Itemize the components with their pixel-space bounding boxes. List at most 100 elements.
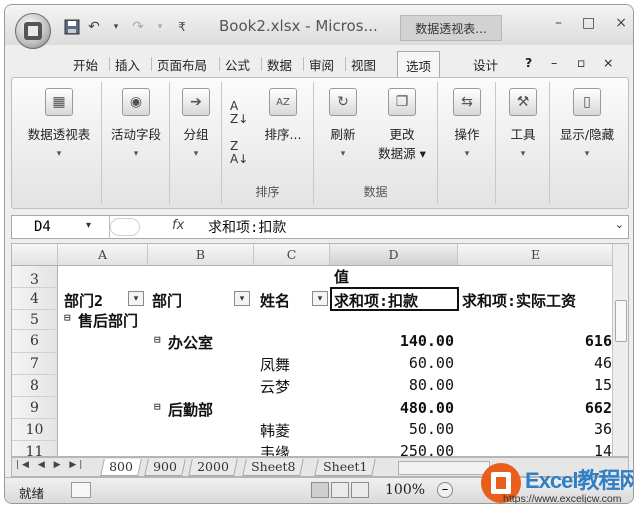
cell-b9[interactable]: 后勤部 bbox=[168, 399, 213, 420]
worksheet-grid[interactable]: A B C D E 3 4 5 6 7 8 9 10 11 值 部门2 ▾ 部门… bbox=[11, 243, 629, 457]
column-header-b[interactable]: B bbox=[148, 244, 254, 266]
name-box[interactable]: D4 bbox=[12, 216, 110, 238]
actions-button[interactable]: ⇆ 操作 ▾ bbox=[438, 88, 496, 159]
cell-e11[interactable]: 14 bbox=[458, 442, 612, 456]
save-icon[interactable] bbox=[63, 18, 81, 36]
cell-d8[interactable]: 80.00 bbox=[330, 376, 454, 394]
cell-d7[interactable]: 60.00 bbox=[330, 354, 454, 372]
filter-dropdown-icon[interactable]: ▾ bbox=[312, 291, 328, 306]
tab-view[interactable]: 视图 bbox=[351, 55, 376, 74]
collapse-icon[interactable]: ⊟ bbox=[154, 333, 161, 346]
formula-bar-resize-handle[interactable] bbox=[110, 218, 140, 236]
cell-c8[interactable]: 云梦 bbox=[260, 376, 290, 397]
formula-input[interactable]: 求和项:扣款 bbox=[208, 217, 286, 237]
tab-formulas[interactable]: 公式 bbox=[225, 55, 250, 74]
collapse-icon[interactable]: ⊟ bbox=[64, 311, 71, 324]
expand-formula-bar-icon[interactable]: ⌄ bbox=[615, 218, 624, 231]
tools-button[interactable]: ⚒ 工具 ▾ bbox=[496, 88, 550, 159]
name-box-dropdown-icon[interactable]: ▾ bbox=[86, 220, 91, 231]
office-button[interactable] bbox=[15, 13, 51, 49]
insert-function-icon[interactable]: fx bbox=[172, 218, 184, 233]
macro-record-icon[interactable] bbox=[71, 482, 91, 498]
select-all-corner[interactable] bbox=[12, 244, 58, 266]
row-header-9[interactable]: 9 bbox=[12, 397, 58, 419]
cell-a4[interactable]: 部门2 bbox=[64, 290, 103, 311]
cell-e9[interactable]: 662 bbox=[458, 399, 612, 417]
cell-b4[interactable]: 部门 bbox=[152, 290, 182, 311]
column-header-c[interactable]: C bbox=[254, 244, 330, 266]
row-header-7[interactable]: 7 bbox=[12, 353, 58, 375]
cell-e6[interactable]: 616 bbox=[458, 332, 612, 350]
row-header-11[interactable]: 11 bbox=[12, 441, 58, 456]
cell-d9[interactable]: 480.00 bbox=[330, 399, 454, 417]
row-header-8[interactable]: 8 bbox=[12, 375, 58, 397]
tab-review[interactable]: 审阅 bbox=[309, 55, 334, 74]
cell-c4[interactable]: 姓名 bbox=[260, 290, 290, 311]
cell-d10[interactable]: 50.00 bbox=[330, 420, 454, 438]
cell-e7[interactable]: 46 bbox=[458, 354, 612, 372]
dropdown-arrow-icon[interactable]: ▾ bbox=[151, 18, 169, 36]
dropdown-arrow-icon[interactable]: ▾ bbox=[107, 18, 125, 36]
cell-d3[interactable]: 值 bbox=[334, 266, 349, 287]
horizontal-scrollbar[interactable] bbox=[398, 461, 490, 475]
page-layout-view-icon[interactable] bbox=[331, 482, 349, 498]
filter-dropdown-icon[interactable]: ▾ bbox=[234, 291, 250, 306]
sheet-tab-800[interactable]: 800 bbox=[100, 459, 142, 476]
cell-c10[interactable]: 韩菱 bbox=[260, 420, 290, 441]
tab-insert[interactable]: 插入 bbox=[115, 55, 140, 74]
tab-data[interactable]: 数据 bbox=[267, 55, 292, 74]
cell-c7[interactable]: 凤舞 bbox=[260, 354, 290, 375]
column-header-e[interactable]: E bbox=[458, 244, 614, 266]
sheet-tab-2000[interactable]: 2000 bbox=[188, 459, 238, 476]
cell-e10[interactable]: 36 bbox=[458, 420, 612, 438]
zoom-out-button[interactable]: – bbox=[437, 482, 453, 498]
sheet-nav-arrows-icon[interactable]: |◀ ◀ ▶ ▶| bbox=[16, 460, 85, 470]
cell-e4[interactable]: 求和项:实际工资 bbox=[462, 290, 576, 311]
collapse-icon[interactable]: ⊟ bbox=[154, 400, 161, 413]
ribbon-minimize-button[interactable]: – bbox=[551, 55, 557, 70]
pivot-table-button[interactable]: ▦ 数据透视表 ▾ bbox=[16, 88, 102, 159]
cell-d11[interactable]: 250.00 bbox=[330, 442, 454, 456]
cell-c11[interactable]: 韦缘 bbox=[260, 442, 290, 456]
sheet-tab-900[interactable]: 900 bbox=[144, 459, 186, 476]
redo-icon[interactable]: ↷ bbox=[129, 18, 147, 36]
cell-d6[interactable]: 140.00 bbox=[330, 332, 454, 350]
sheet-tab-sheet1[interactable]: Sheet1 bbox=[314, 459, 377, 476]
column-header-a[interactable]: A bbox=[58, 244, 148, 266]
show-hide-button[interactable]: ▯ 显示/隐藏 ▾ bbox=[550, 88, 624, 159]
ribbon-restore-button[interactable]: ▫ bbox=[577, 55, 585, 70]
refresh-button[interactable]: ↻ 刷新 ▾ bbox=[318, 88, 368, 159]
tab-home[interactable]: 开始 bbox=[73, 55, 98, 74]
zoom-level[interactable]: 100% bbox=[385, 482, 425, 498]
column-header-d[interactable]: D bbox=[330, 244, 458, 266]
normal-view-icon[interactable] bbox=[311, 482, 329, 498]
sort-descending-icon[interactable]: Z A↓ bbox=[230, 140, 248, 166]
row-header-3[interactable]: 3 bbox=[12, 266, 58, 288]
sheet-tab-sheet8[interactable]: Sheet8 bbox=[242, 459, 305, 476]
change-data-source-button[interactable]: ❐ 更改 数据源 ▾ bbox=[370, 88, 434, 162]
ribbon-close-button[interactable]: × bbox=[603, 55, 613, 70]
sort-ascending-icon[interactable]: A Z↓ bbox=[230, 100, 248, 126]
row-header-6[interactable]: 6 bbox=[12, 330, 58, 353]
active-field-button[interactable]: ◉ 活动字段 ▾ bbox=[102, 88, 170, 159]
minimize-button[interactable]: – bbox=[555, 15, 562, 31]
scrollbar-thumb[interactable] bbox=[615, 300, 627, 342]
cell-a5[interactable]: 售后部门 bbox=[78, 310, 138, 331]
close-button[interactable]: × bbox=[615, 15, 627, 31]
filter-dropdown-icon[interactable]: ▾ bbox=[128, 291, 144, 306]
customize-qat-icon[interactable]: ₹ bbox=[173, 18, 191, 36]
cell-b6[interactable]: 办公室 bbox=[168, 332, 213, 353]
maximize-button[interactable]: □ bbox=[582, 15, 595, 31]
tab-page-layout[interactable]: 页面布局 bbox=[157, 55, 207, 74]
page-break-view-icon[interactable] bbox=[351, 482, 369, 498]
row-header-5[interactable]: 5 bbox=[12, 310, 58, 330]
tab-options[interactable]: 选项 bbox=[397, 51, 441, 77]
row-header-4[interactable]: 4 bbox=[12, 288, 58, 310]
undo-icon[interactable]: ↶ bbox=[85, 18, 103, 36]
group-button[interactable]: ➔ 分组 ▾ bbox=[170, 88, 222, 159]
row-header-10[interactable]: 10 bbox=[12, 419, 58, 441]
help-icon[interactable]: ? bbox=[525, 55, 532, 70]
vertical-scrollbar[interactable] bbox=[612, 244, 628, 456]
sort-button[interactable]: AZ 排序... bbox=[256, 88, 310, 143]
cell-e8[interactable]: 15 bbox=[458, 376, 612, 394]
